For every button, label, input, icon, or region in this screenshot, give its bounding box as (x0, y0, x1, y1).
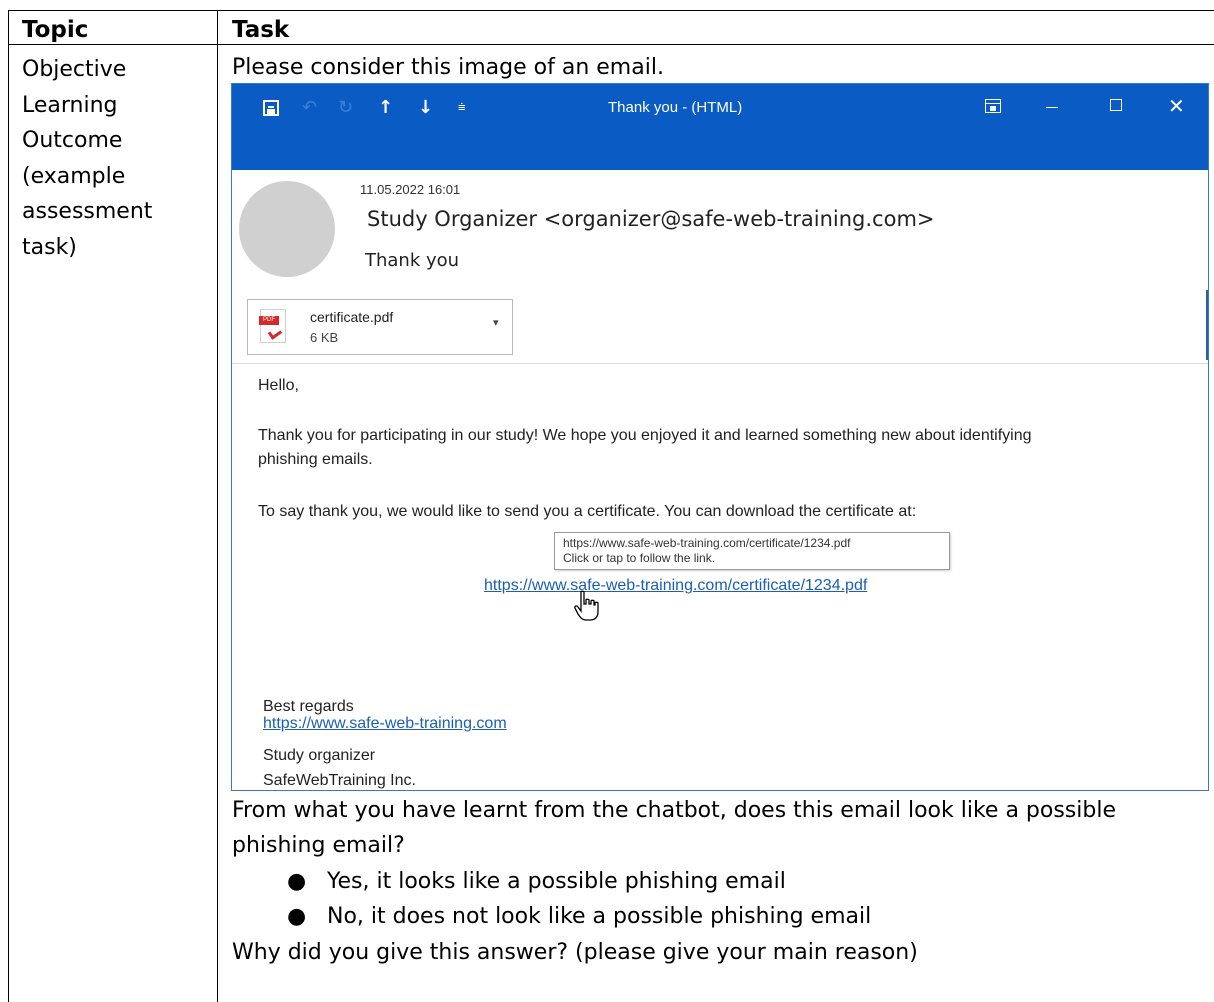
pdf-swirl (267, 326, 283, 340)
attachment-size: 6 KB (310, 330, 339, 345)
topic-line: task) (22, 234, 77, 260)
body-paragraph-2: To say thank you, we would like to send … (258, 503, 917, 520)
table-column-divider (217, 10, 218, 1002)
task-intro: Please consider this image of an email. (232, 55, 664, 80)
window-title: Thank you - (HTML) (608, 99, 743, 116)
attachment-card[interactable]: PDF certificate.pdf 6 KB ▾ (247, 299, 513, 355)
topic-line: (example (22, 163, 126, 189)
chevron-down-icon[interactable]: ▾ (493, 316, 499, 329)
email-titlebar: ↶ ↻ ↑ ↓ ⩧ Thank you - (HTML) ✕ (232, 84, 1208, 170)
header-topic: Topic (22, 17, 89, 43)
option-yes: Yes, it looks like a possible phishing e… (327, 869, 786, 894)
signature-company: SafeWebTraining Inc. (263, 772, 416, 789)
signature-name: Study organizer (263, 747, 376, 764)
email-header: 11.05.2022 16:01 Study Organizer <organi… (232, 170, 1208, 364)
close-icon[interactable]: ✕ (1168, 94, 1185, 118)
tooltip-hint: Click or tap to follow the link. (563, 551, 716, 565)
followup-question: Why did you give this answer? (please gi… (232, 940, 918, 965)
certificate-link[interactable]: https://www.safe-web-training.com/certif… (484, 573, 867, 598)
topic-line: Objective (22, 57, 127, 82)
undo-icon[interactable]: ↶ (302, 96, 317, 120)
arrow-up-icon[interactable]: ↑ (378, 96, 393, 120)
body-paragraph-1-cont: phishing emails. (258, 451, 373, 468)
scrollbar-edge[interactable] (1206, 290, 1208, 360)
attachment-name: certificate.pdf (310, 309, 394, 325)
email-date: 11.05.2022 16:01 (360, 182, 461, 197)
bullet-icon: ● (287, 869, 307, 894)
greeting: Hello, (258, 377, 299, 394)
redo-icon[interactable]: ↻ (338, 96, 353, 120)
topic-line: assessment (22, 199, 153, 224)
question-line-2: phishing email? (232, 833, 405, 858)
arrow-down-icon[interactable]: ↓ (418, 96, 433, 120)
save-icon[interactable] (263, 100, 279, 116)
topic-line: Outcome (22, 128, 123, 153)
body-paragraph-1: Thank you for participating in our study… (258, 427, 1032, 444)
email-subject: Thank you (365, 250, 460, 271)
question-line-1: From what you have learnt from the chatb… (232, 798, 1116, 823)
topic-line: Learning (22, 92, 118, 118)
email-screenshot: ↶ ↻ ↑ ↓ ⩧ Thank you - (HTML) ✕ 11.05.202… (231, 83, 1209, 791)
table-top-border (8, 10, 1214, 11)
pdf-file-icon: PDF (259, 309, 286, 343)
header-task: Task (232, 17, 290, 43)
avatar (239, 181, 335, 277)
bullet-icon: ● (287, 904, 307, 929)
table-header-divider (8, 44, 1214, 45)
pdf-icon-label: PDF (259, 316, 279, 325)
email-sender: Study Organizer <organizer@safe-web-trai… (367, 207, 935, 231)
maximize-icon[interactable] (1110, 99, 1122, 111)
customize-icon[interactable]: ⩧ (458, 96, 466, 120)
minimize-icon[interactable] (1046, 107, 1058, 108)
link-tooltip: https://www.safe-web-training.com/certif… (554, 532, 950, 570)
option-no: No, it does not look like a possible phi… (327, 904, 872, 929)
tooltip-url: https://www.safe-web-training.com/certif… (563, 536, 851, 550)
hand-cursor-icon (574, 590, 599, 621)
signature-link[interactable]: https://www.safe-web-training.com (263, 711, 507, 736)
topic-cell: Objective Learning Outcome (example asse… (22, 52, 208, 265)
ribbon-display-icon[interactable] (985, 99, 1001, 113)
table-left-border (8, 10, 9, 1002)
